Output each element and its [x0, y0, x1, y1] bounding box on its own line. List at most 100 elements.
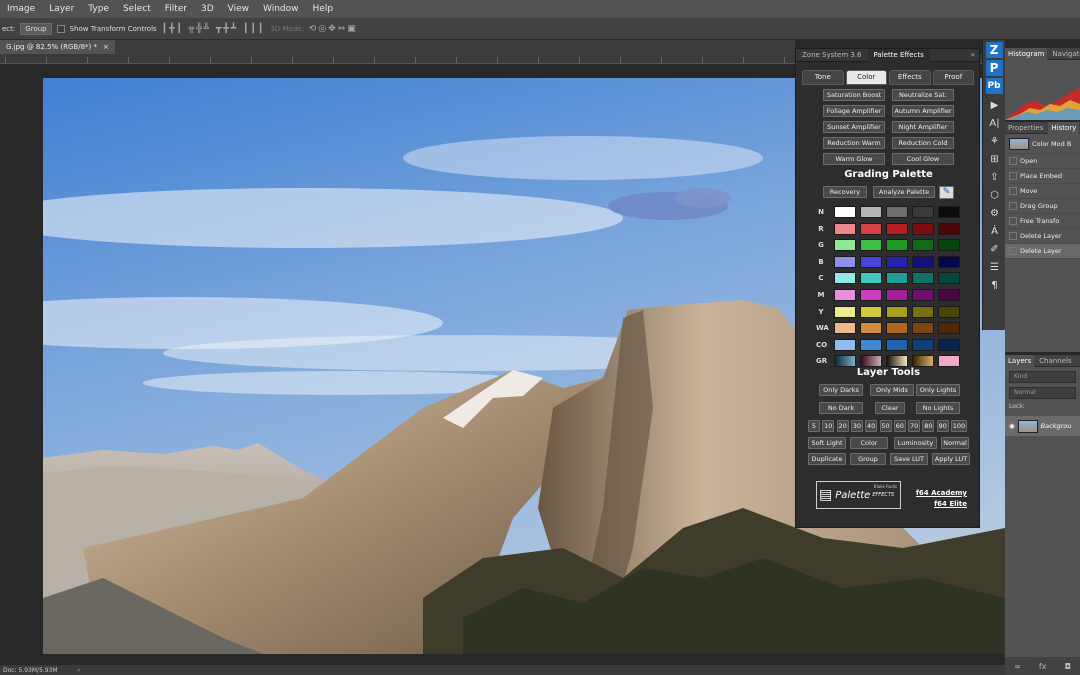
align-icons[interactable]: ┃╋┃ ╦╬╩ ┳╋┻ ┃┃┃: [162, 24, 266, 34]
opacity-button[interactable]: 100: [951, 420, 967, 432]
layer-filter-input[interactable]: Kind: [1009, 371, 1076, 383]
menu-select[interactable]: Select: [116, 4, 158, 14]
blend-mode-button[interactable]: Normal: [941, 437, 969, 449]
palette-icon[interactable]: P: [985, 60, 1003, 76]
layer-tool-button[interactable]: Only Mids: [870, 384, 914, 396]
zone-system-icon[interactable]: Z: [985, 42, 1003, 58]
history-checkbox[interactable]: [1009, 232, 1017, 240]
blend-mode-dropdown[interactable]: Normal: [1009, 387, 1076, 399]
opacity-button[interactable]: 90: [936, 420, 949, 432]
color-swatch[interactable]: [912, 255, 934, 268]
color-swatch[interactable]: [886, 289, 908, 301]
eyedropper-icon[interactable]: ✎: [939, 186, 954, 199]
color-swatch[interactable]: [834, 322, 856, 335]
color-swatch[interactable]: [834, 206, 856, 218]
opacity-button[interactable]: 50: [879, 420, 892, 432]
action-button[interactable]: Save LUT: [890, 453, 928, 465]
history-item[interactable]: Move: [1005, 184, 1080, 199]
close-icon[interactable]: ×: [103, 43, 109, 51]
color-swatch[interactable]: [886, 206, 908, 218]
opacity-button[interactable]: 20: [836, 420, 849, 432]
color-swatch[interactable]: [912, 222, 934, 235]
color-swatch[interactable]: [912, 239, 934, 252]
adjust-icon[interactable]: ⚙: [983, 204, 1006, 222]
color-swatch[interactable]: [938, 305, 960, 318]
tab-navigator[interactable]: Navigator: [1049, 50, 1080, 58]
tab-proof[interactable]: Proof: [932, 70, 974, 85]
color-swatch[interactable]: [912, 338, 934, 351]
history-item[interactable]: Open: [1005, 154, 1080, 169]
color-swatch[interactable]: [860, 305, 882, 318]
color-swatch[interactable]: [886, 272, 908, 285]
color-swatch[interactable]: [860, 322, 882, 335]
mask-icon[interactable]: ◘: [1065, 662, 1071, 671]
blend-mode-button[interactable]: Soft Light: [808, 437, 846, 449]
history-item[interactable]: Free Transfo: [1005, 214, 1080, 229]
color-swatch[interactable]: [860, 255, 882, 268]
play-icon[interactable]: ▶: [983, 96, 1006, 114]
color-swatch[interactable]: [860, 239, 882, 252]
character-icon[interactable]: A|: [983, 114, 1006, 132]
fx-icon[interactable]: fx: [1039, 662, 1047, 671]
eye-icon[interactable]: ◉: [1009, 422, 1015, 430]
color-swatch[interactable]: [860, 222, 882, 235]
color-swatch[interactable]: [886, 255, 908, 268]
f64-elite-link[interactable]: f64 Elite: [934, 500, 967, 508]
menu-type[interactable]: Type: [81, 4, 116, 14]
color-swatch[interactable]: [834, 222, 856, 235]
color-swatch[interactable]: [938, 239, 960, 252]
history-item[interactable]: Delete Layer: [1005, 229, 1080, 244]
tab-channels[interactable]: Channels: [1036, 357, 1074, 365]
color-swatch[interactable]: [834, 305, 856, 318]
tab-layers[interactable]: Layers: [1005, 355, 1035, 367]
link-icon[interactable]: ∞: [1014, 662, 1021, 671]
action-button[interactable]: Apply LUT: [932, 453, 970, 465]
action-button[interactable]: Group: [850, 453, 886, 465]
color-swatch[interactable]: [912, 305, 934, 318]
opacity-button[interactable]: 40: [865, 420, 878, 432]
blend-mode-button[interactable]: Color: [850, 437, 888, 449]
effect-button[interactable]: Autumn Amplifier: [892, 105, 954, 117]
history-checkbox[interactable]: [1009, 217, 1017, 225]
color-swatch[interactable]: [834, 239, 856, 252]
tab-tone[interactable]: Tone: [802, 70, 844, 85]
color-swatch[interactable]: [860, 272, 882, 285]
color-swatch[interactable]: [834, 272, 856, 285]
layer-tool-button[interactable]: Only Lights: [916, 384, 960, 396]
layer-tool-button[interactable]: Clear: [875, 402, 905, 414]
opacity-button[interactable]: 80: [922, 420, 935, 432]
opacity-button[interactable]: 60: [893, 420, 906, 432]
action-button[interactable]: Duplicate: [808, 453, 846, 465]
color-swatch[interactable]: [834, 289, 856, 301]
menu-image[interactable]: Image: [0, 4, 42, 14]
color-swatch[interactable]: [938, 322, 960, 335]
color-swatch[interactable]: [912, 272, 934, 285]
menu-view[interactable]: View: [221, 4, 256, 14]
effect-button[interactable]: Reduction Warm: [823, 137, 885, 149]
tab-history[interactable]: History: [1048, 122, 1080, 134]
history-checkbox[interactable]: [1009, 157, 1017, 165]
color-swatch[interactable]: [886, 338, 908, 351]
color-swatch[interactable]: [938, 355, 960, 368]
color-swatch[interactable]: [860, 338, 882, 351]
color-swatch[interactable]: [886, 305, 908, 318]
menu-3d[interactable]: 3D: [194, 4, 221, 14]
import-icon[interactable]: ⇪: [983, 168, 1006, 186]
color-swatch[interactable]: [938, 255, 960, 268]
color-swatch[interactable]: [912, 322, 934, 335]
color-swatch[interactable]: [912, 206, 934, 218]
tab-color[interactable]: Color: [845, 70, 887, 85]
sliders-icon[interactable]: ☰: [983, 258, 1006, 276]
color-swatch[interactable]: [886, 322, 908, 335]
history-checkbox[interactable]: [1009, 187, 1017, 195]
history-checkbox[interactable]: [1009, 202, 1017, 210]
opacity-button[interactable]: 30: [850, 420, 863, 432]
analyze-palette-button[interactable]: Analyze Palette: [873, 186, 935, 198]
recovery-button[interactable]: Recovery: [823, 186, 867, 198]
menu-layer[interactable]: Layer: [42, 4, 81, 14]
pb-icon[interactable]: Pb: [985, 78, 1003, 94]
styles-icon[interactable]: ⚘: [983, 132, 1006, 150]
layer-tool-button[interactable]: No Dark: [819, 402, 863, 414]
effect-button[interactable]: Warm Glow: [823, 153, 885, 165]
color-swatch[interactable]: [834, 355, 856, 368]
